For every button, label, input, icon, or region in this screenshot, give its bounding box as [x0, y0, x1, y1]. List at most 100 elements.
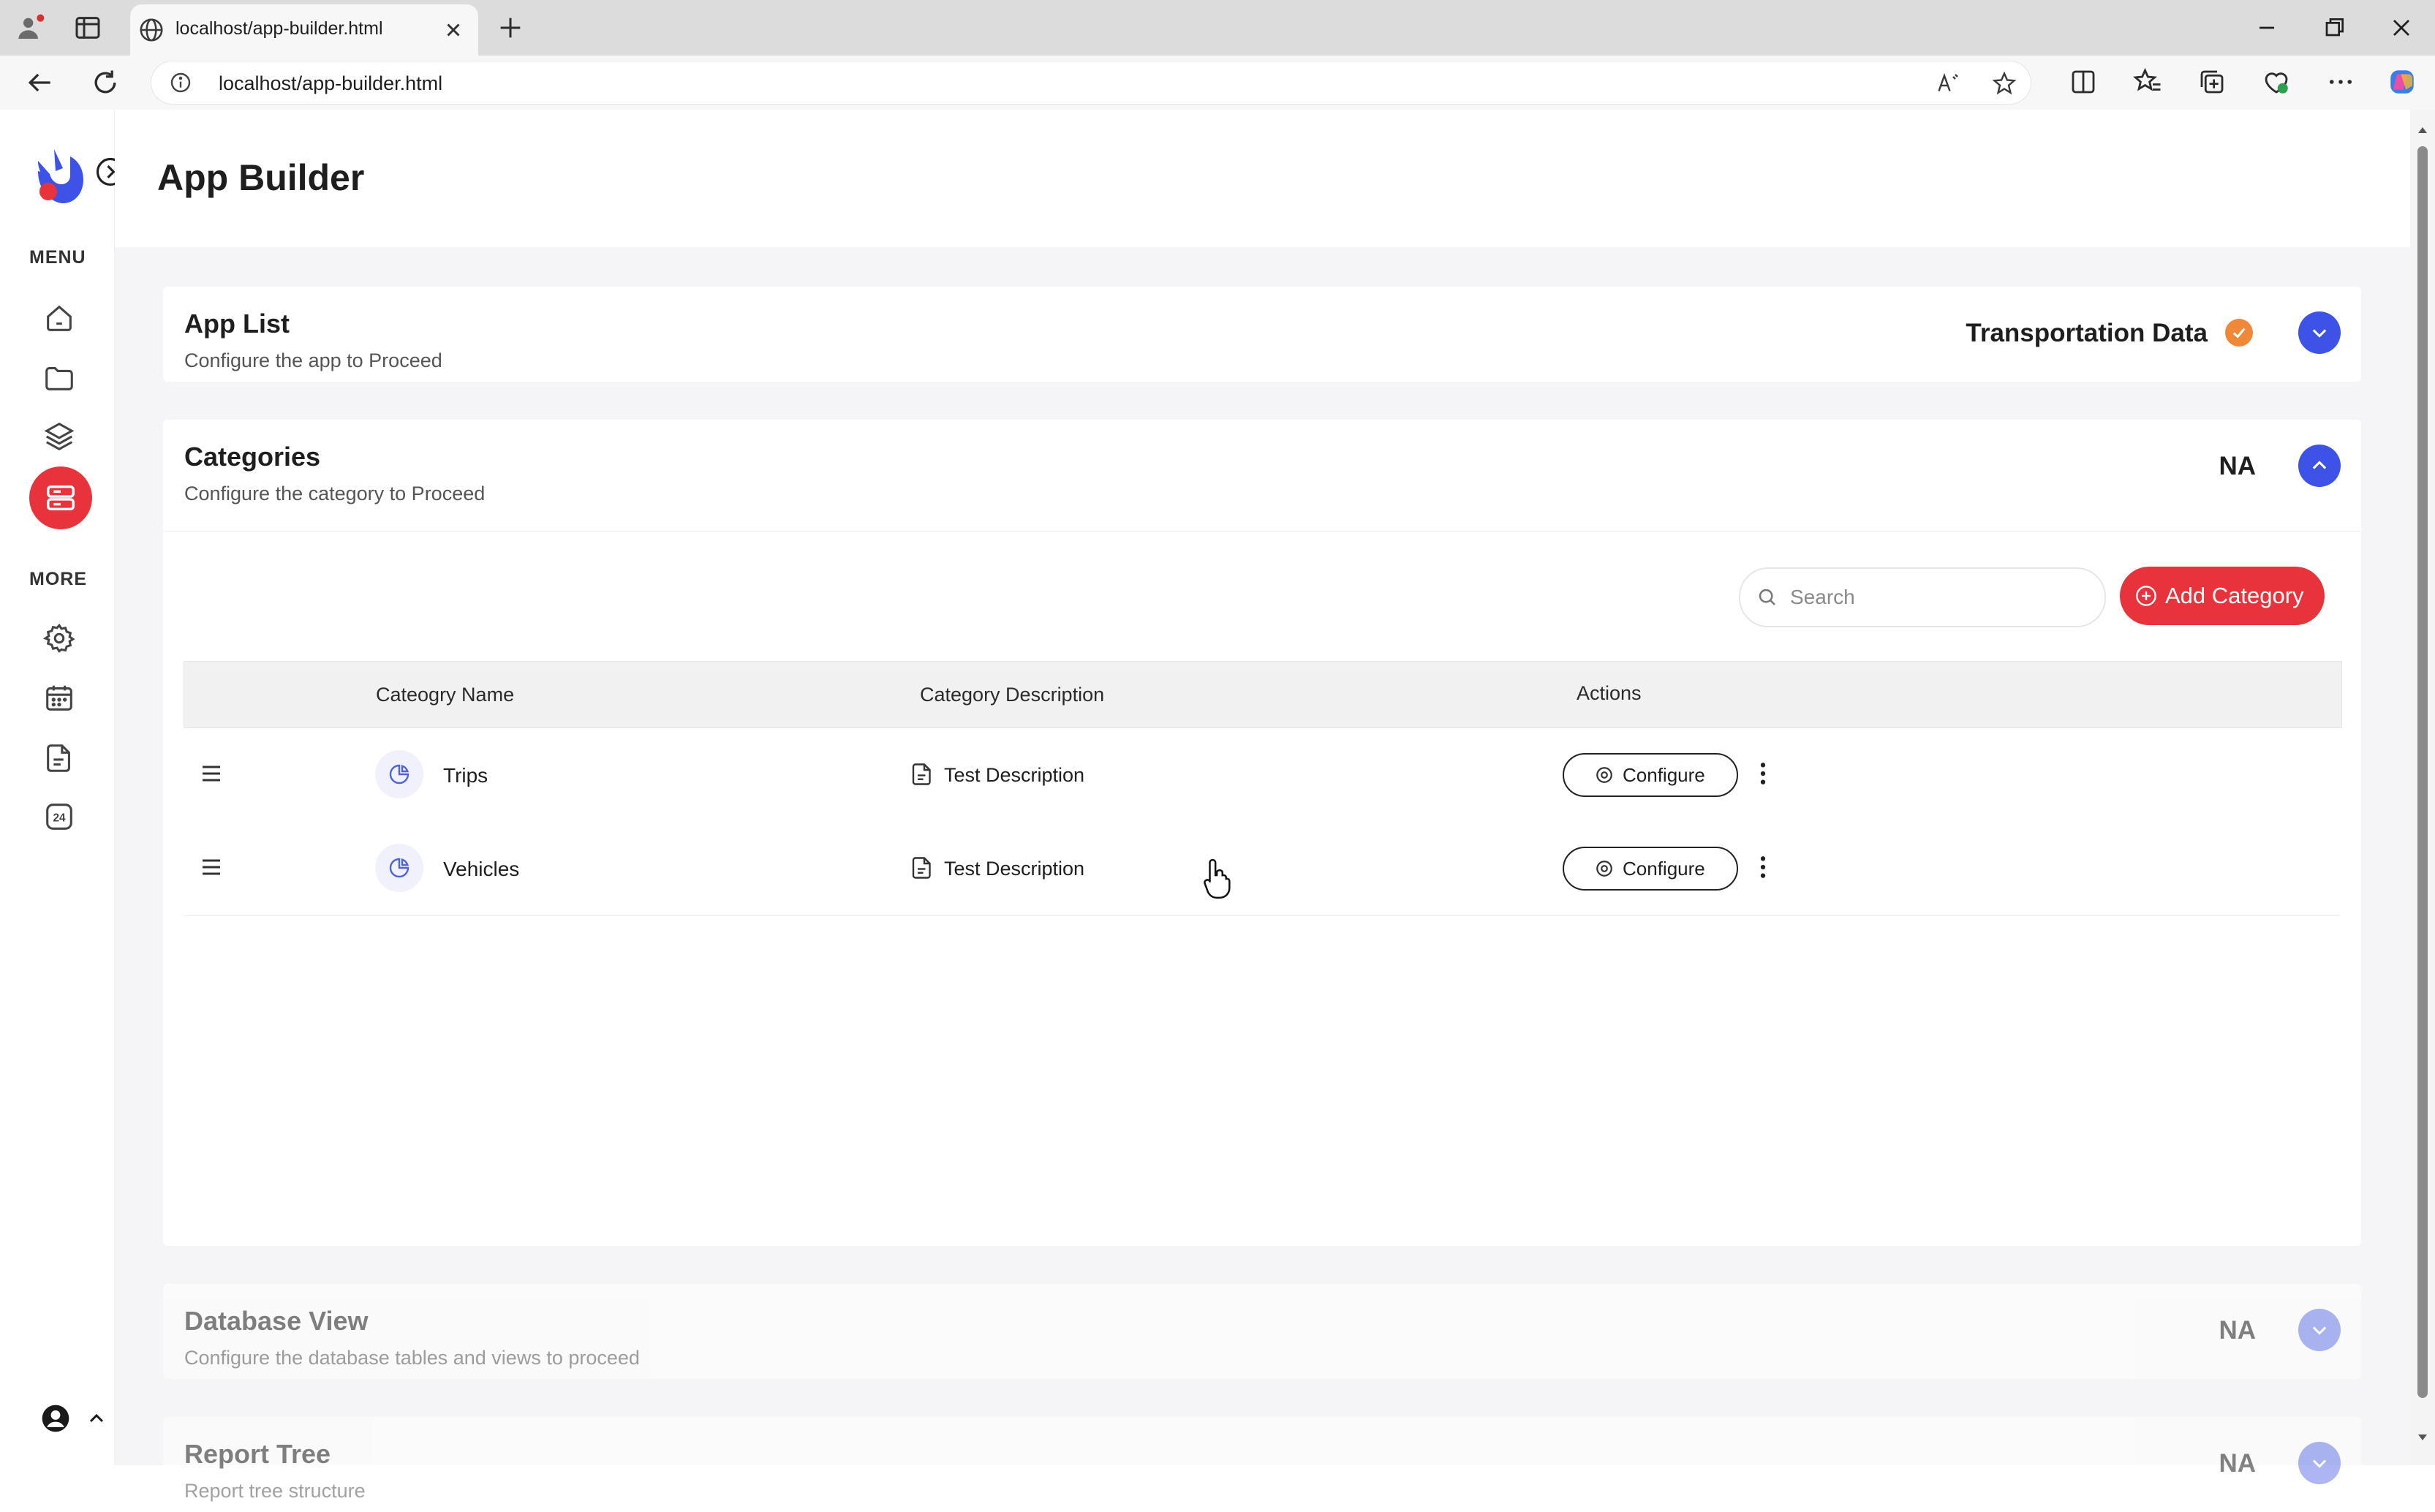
- table-row[interactable]: Trips Test Description Configure: [184, 728, 2341, 823]
- kebab-menu-icon[interactable]: [1748, 853, 1778, 882]
- check-icon: [2225, 319, 2253, 347]
- panel-title: Database View: [184, 1306, 369, 1336]
- profile-icon[interactable]: [16, 13, 45, 42]
- categories-panel: Categories Configure the category to Pro…: [163, 420, 2361, 1246]
- add-category-label: Add Category: [2165, 583, 2304, 608]
- page-header: App Builder: [115, 110, 2410, 247]
- category-description: Test Description: [944, 858, 1085, 880]
- tab-actions-icon[interactable]: [73, 13, 102, 42]
- browser-titlebar: localhost/app-builder.html: [0, 0, 2435, 56]
- panel-title: Categories: [184, 442, 321, 472]
- hand-cursor-icon: [1201, 857, 1235, 899]
- browser-tab[interactable]: localhost/app-builder.html: [130, 4, 478, 56]
- more-options-icon[interactable]: [2325, 67, 2356, 97]
- 24-hour-icon[interactable]: 24: [42, 800, 76, 834]
- menu-heading: MENU: [29, 247, 86, 268]
- gear-icon[interactable]: [42, 621, 76, 655]
- url-text[interactable]: localhost/app-builder.html: [219, 72, 442, 95]
- close-icon[interactable]: [440, 17, 467, 43]
- home-icon[interactable]: [42, 301, 76, 335]
- database-view-status: NA: [2219, 1316, 2256, 1345]
- panel-subtitle: Report tree structure: [184, 1480, 366, 1502]
- configure-label: Configure: [1623, 764, 1705, 786]
- app-logo: [34, 146, 86, 206]
- user-avatar-icon[interactable]: [39, 1402, 72, 1434]
- minimize-icon[interactable]: [2252, 13, 2281, 42]
- address-bar[interactable]: localhost/app-builder.html: [151, 61, 2031, 105]
- collections-icon[interactable]: [2197, 67, 2227, 97]
- folder-icon[interactable]: [42, 361, 76, 395]
- split-screen-icon[interactable]: [2068, 67, 2099, 97]
- server-icon: [47, 485, 75, 511]
- copilot-icon[interactable]: [2387, 67, 2417, 97]
- expand-app-list-button[interactable]: [2298, 311, 2341, 354]
- chevron-up-icon[interactable]: [85, 1407, 108, 1430]
- search-icon: [1759, 589, 1775, 605]
- configure-label: Configure: [1623, 858, 1705, 880]
- favorites-icon[interactable]: [2132, 67, 2163, 97]
- table-header: Cateogry Name Category Description Actio…: [184, 661, 2342, 728]
- panel-title: App List: [184, 309, 290, 339]
- description-icon: [909, 855, 935, 881]
- plus-circle-icon: [2136, 586, 2156, 606]
- category-description: Test Description: [944, 764, 1085, 786]
- panel-subtitle: Configure the category to Proceed: [184, 483, 486, 504]
- add-category-button[interactable]: Add Category: [2120, 567, 2325, 625]
- table-row[interactable]: Vehicles Test Description Configure: [184, 822, 2341, 916]
- pie-chart-icon: [389, 764, 409, 785]
- category-name: Vehicles: [443, 858, 520, 880]
- category-icon: [375, 750, 423, 798]
- categories-status: NA: [2219, 452, 2256, 480]
- browser-toolbar: localhost/app-builder.html: [0, 56, 2435, 110]
- collapse-categories-button[interactable]: [2298, 445, 2341, 487]
- pie-chart-icon: [389, 858, 409, 878]
- scroll-thumb[interactable]: [2417, 146, 2428, 1398]
- chevron-down-icon: [2312, 329, 2327, 338]
- chevron-down-icon: [2312, 1459, 2327, 1468]
- settings-icon: [1596, 767, 1612, 783]
- favorite-star-icon[interactable]: [1991, 70, 2017, 97]
- new-tab-icon[interactable]: [496, 13, 525, 42]
- main-content: App Builder App List Configure the app t…: [115, 110, 2410, 1512]
- report-tree-panel: Report Tree Report tree structure NA: [163, 1417, 2361, 1512]
- database-view-panel: Database View Configure the database tab…: [163, 1284, 2361, 1379]
- restore-icon[interactable]: [2319, 13, 2349, 42]
- column-header-actions: Actions: [1577, 682, 1642, 704]
- read-aloud-icon[interactable]: [1936, 70, 1962, 97]
- search-input[interactable]: [1789, 579, 2084, 616]
- panel-subtitle: Configure the app to Proceed: [184, 349, 442, 371]
- category-search[interactable]: [1739, 567, 2106, 627]
- drag-handle-icon[interactable]: [198, 760, 224, 787]
- vertical-scrollbar[interactable]: [2410, 110, 2435, 1465]
- globe-icon: [137, 16, 165, 44]
- reload-icon[interactable]: [89, 67, 121, 99]
- column-header-name: Cateogry Name: [376, 684, 515, 706]
- sidebar-item-app-builder[interactable]: [29, 466, 92, 529]
- kebab-menu-icon[interactable]: [1748, 759, 1778, 788]
- more-heading: MORE: [29, 569, 87, 589]
- divider: [163, 531, 2361, 532]
- configure-button[interactable]: Configure: [1563, 847, 1738, 891]
- chevron-down-icon: [2312, 1326, 2327, 1335]
- back-arrow-icon[interactable]: [23, 67, 56, 99]
- report-tree-status: NA: [2219, 1449, 2256, 1478]
- scroll-up-icon[interactable]: [2417, 124, 2428, 136]
- document-icon[interactable]: [42, 741, 76, 775]
- column-header-description: Category Description: [920, 684, 1105, 706]
- window-close-icon[interactable]: [2387, 13, 2416, 42]
- tab-title: localhost/app-builder.html: [175, 18, 383, 39]
- panel-subtitle: Configure the database tables and views …: [184, 1347, 640, 1369]
- calendar-icon[interactable]: [42, 681, 76, 715]
- browser-essentials-icon[interactable]: [2261, 67, 2292, 97]
- layers-icon[interactable]: [42, 420, 76, 453]
- category-icon: [375, 844, 423, 892]
- drag-handle-icon[interactable]: [198, 854, 224, 880]
- app-list-panel: App List Configure the app to Proceed Tr…: [163, 287, 2361, 382]
- expand-report-tree-button[interactable]: [2298, 1442, 2341, 1484]
- info-icon[interactable]: [169, 71, 192, 94]
- configure-button[interactable]: Configure: [1563, 753, 1738, 797]
- description-icon: [909, 761, 935, 787]
- expand-database-view-button[interactable]: [2298, 1309, 2341, 1351]
- sidebar: MENU MORE 24: [0, 110, 125, 1465]
- scroll-down-icon[interactable]: [2417, 1432, 2428, 1443]
